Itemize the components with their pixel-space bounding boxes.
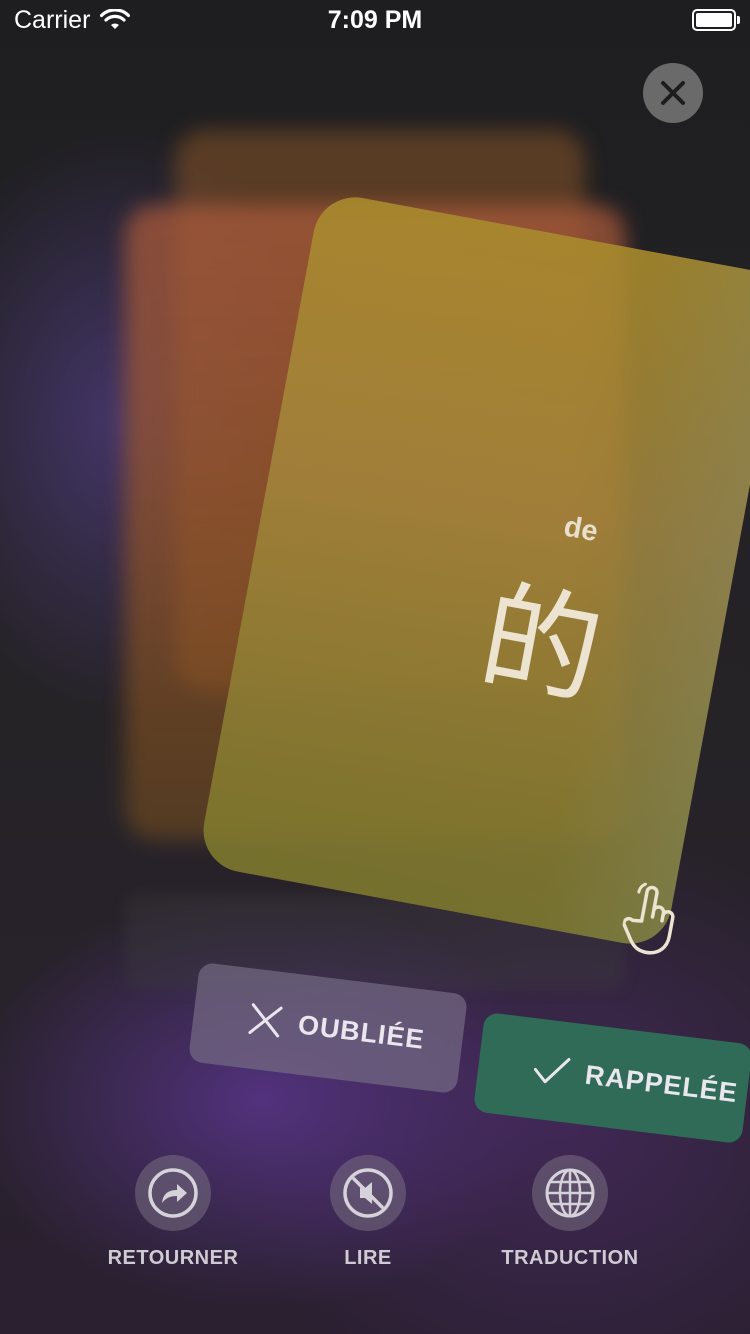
read-button[interactable]: LIRE <box>268 1155 468 1270</box>
forgot-label: OUBLIÉE <box>296 1008 427 1055</box>
speaker-muted-icon <box>343 1168 393 1218</box>
status-bar: Carrier 7:09 PM <box>0 0 750 40</box>
check-icon <box>532 1053 571 1087</box>
globe-icon <box>545 1168 595 1218</box>
flip-button[interactable]: RETOURNER <box>73 1155 273 1270</box>
x-icon <box>247 1001 285 1039</box>
battery-icon <box>692 9 740 31</box>
card-pinyin: de <box>561 510 601 549</box>
recalled-label: RAPPELÉE <box>583 1059 740 1108</box>
translate-button[interactable]: TRADUCTION <box>470 1155 670 1270</box>
share-arrow-icon <box>148 1168 198 1218</box>
close-icon <box>661 81 685 105</box>
clock: 7:09 PM <box>327 6 423 34</box>
translate-label: TRADUCTION <box>501 1247 639 1269</box>
read-label: LIRE <box>344 1247 392 1269</box>
flip-label: RETOURNER <box>107 1247 239 1269</box>
close-button[interactable] <box>643 63 703 123</box>
